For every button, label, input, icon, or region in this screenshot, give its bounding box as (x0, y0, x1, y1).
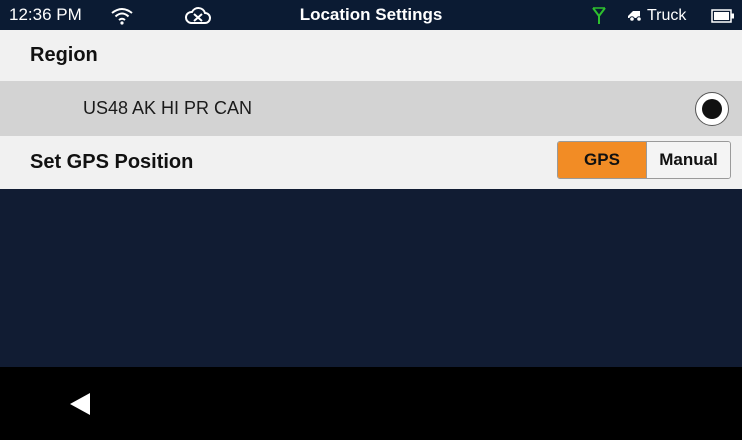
region-section-header: Region (0, 30, 742, 81)
location-settings-screen: 12:36 PM Location Settings Truck Region … (0, 0, 742, 440)
region-radio-button[interactable] (695, 92, 729, 126)
region-title: Region (30, 44, 98, 66)
gps-mode-toggle: GPS Manual (557, 141, 731, 179)
manual-mode-button[interactable]: Manual (647, 142, 730, 178)
gps-position-title: Set GPS Position (30, 151, 194, 173)
antenna-icon (592, 0, 606, 30)
cloud-off-icon (184, 0, 212, 30)
gps-mode-button[interactable]: GPS (558, 142, 647, 178)
region-option-row[interactable]: US48 AK HI PR CAN (0, 81, 742, 136)
wifi-icon (110, 0, 134, 30)
truck-icon (627, 6, 645, 22)
content-area (0, 189, 742, 367)
gps-position-row: Set GPS Position GPS Manual (0, 136, 742, 189)
region-option-label: US48 AK HI PR CAN (83, 98, 253, 118)
back-arrow-icon (70, 393, 90, 415)
radio-selected-dot (702, 99, 722, 119)
vehicle-label: Truck (647, 7, 687, 24)
navigation-bar (0, 367, 742, 440)
status-time: 12:36 PM (9, 5, 82, 24)
vehicle-indicator: Truck (627, 0, 697, 30)
back-button[interactable] (58, 384, 102, 424)
battery-icon (711, 0, 735, 30)
status-bar: 12:36 PM Location Settings Truck (0, 0, 742, 30)
